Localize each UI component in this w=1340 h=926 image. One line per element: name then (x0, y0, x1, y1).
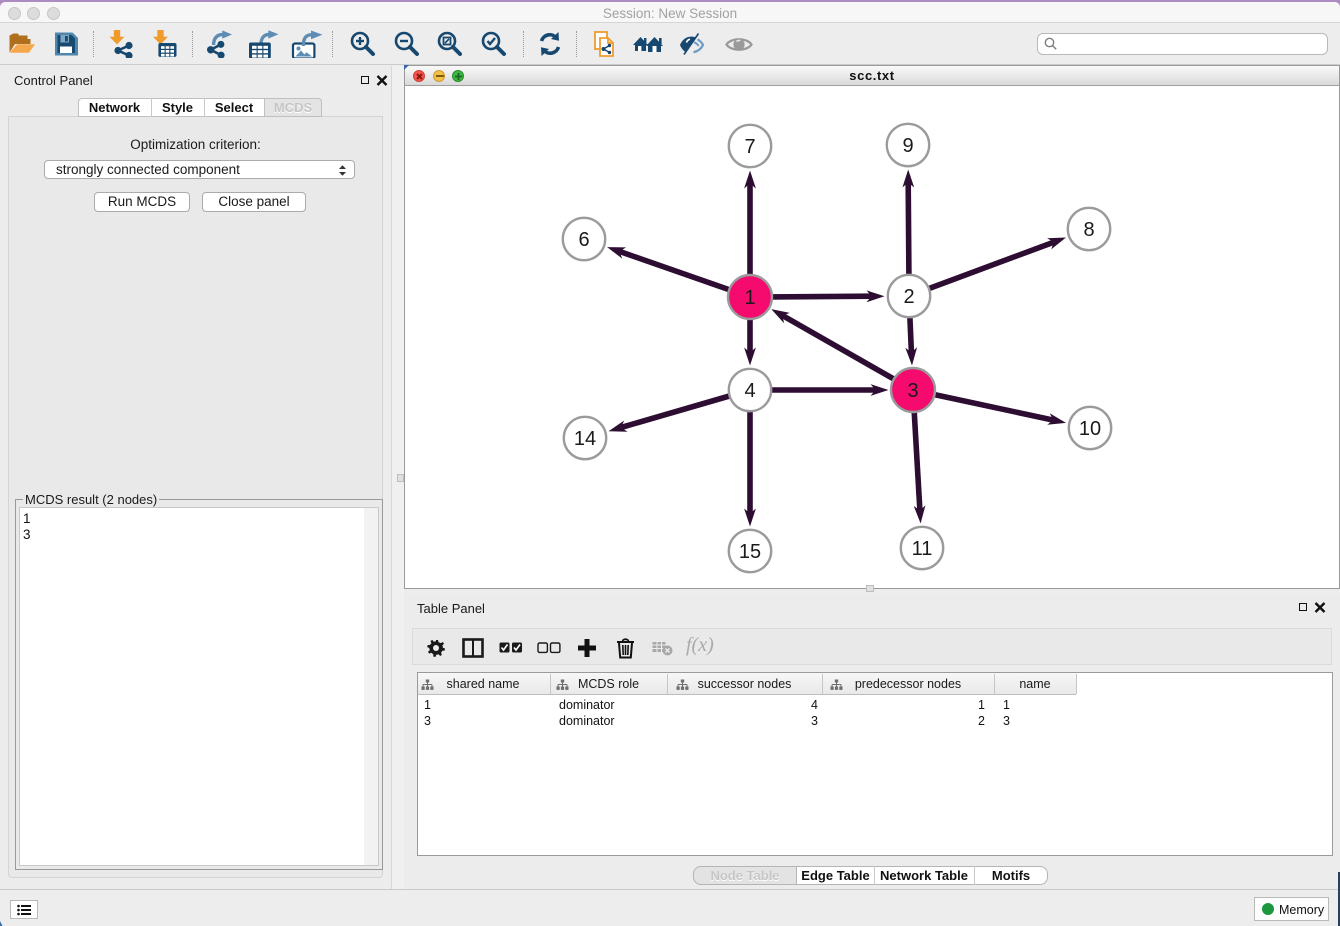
svg-text:10: 10 (1079, 418, 1101, 440)
svg-text:2: 2 (903, 286, 914, 308)
svg-text:9: 9 (902, 135, 913, 157)
svg-text:8: 8 (1083, 219, 1094, 241)
svg-text:4: 4 (744, 380, 755, 402)
svg-text:3: 3 (907, 380, 918, 402)
svg-text:14: 14 (574, 428, 596, 450)
svg-text:6: 6 (578, 229, 589, 251)
svg-text:7: 7 (744, 136, 755, 158)
svg-text:1: 1 (744, 287, 755, 309)
svg-text:15: 15 (739, 541, 761, 563)
svg-text:11: 11 (912, 538, 933, 560)
